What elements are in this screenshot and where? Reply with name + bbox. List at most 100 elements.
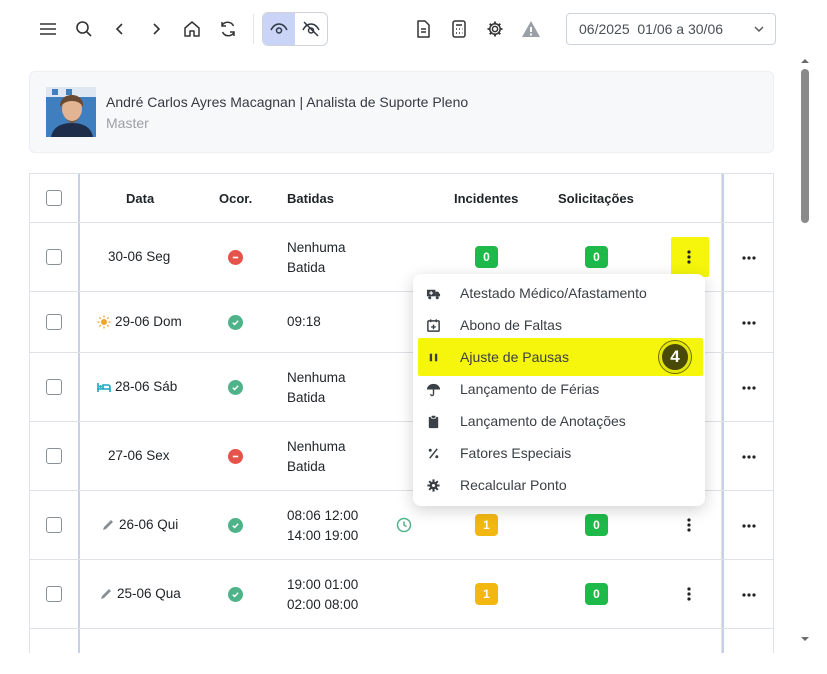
row-checkbox[interactable]	[46, 249, 62, 265]
avatar	[46, 87, 96, 137]
incidentes-badge[interactable]: 1	[475, 514, 498, 536]
row-actions-menu: Atestado Médico/Afastamento Abono de Fal…	[413, 274, 705, 506]
row-punches: 19:00 01:00 02:00 08:00	[287, 575, 358, 615]
chevron-right-icon[interactable]	[140, 13, 172, 45]
row-menu-kebab-icon[interactable]	[679, 515, 699, 535]
vertical-scrollbar[interactable]	[798, 55, 812, 649]
row-punches: Nenhuma Batida	[287, 437, 346, 477]
ambulance-icon	[425, 285, 441, 301]
row-menu-kebab-icon[interactable]	[679, 584, 699, 604]
gear-icon	[425, 477, 441, 493]
row-checkbox[interactable]	[46, 517, 62, 533]
row-punches: 09:18	[287, 312, 321, 332]
header-incidentes[interactable]: Incidentes	[454, 191, 518, 206]
row-more-icon[interactable]	[739, 589, 759, 601]
profile-name: André Carlos Ayres Macagnan | Analista d…	[106, 94, 469, 110]
row-date-text: 25-06 Qua	[117, 586, 181, 601]
punch-line-2: Batida	[287, 390, 326, 405]
incidentes-badge[interactable]: 0	[475, 246, 498, 268]
punch-line-1: Nenhuma	[287, 439, 346, 454]
menu-icon[interactable]	[32, 13, 64, 45]
menu-item-anotacoes[interactable]: Lançamento de Anotações	[413, 406, 705, 436]
scroll-thumb[interactable]	[801, 69, 809, 223]
document-icon[interactable]	[407, 13, 439, 45]
row-more-icon[interactable]	[739, 451, 759, 463]
menu-item-ajuste-pausas[interactable]: Ajuste de Pausas 4	[418, 338, 703, 376]
solicitacoes-badge[interactable]: 0	[585, 583, 608, 605]
eye-icon[interactable]	[263, 13, 295, 45]
menu-item-abono[interactable]: Abono de Faltas	[413, 310, 705, 340]
header-batidas[interactable]: Batidas	[287, 191, 334, 206]
header-solicitacoes[interactable]: Solicitações	[558, 191, 634, 206]
toolbar-divider	[253, 14, 254, 44]
punch-line-1: Nenhuma	[287, 370, 346, 385]
profile-role: Master	[106, 115, 149, 131]
menu-item-label: Ajuste de Pausas	[460, 349, 569, 365]
chevron-left-icon[interactable]	[104, 13, 136, 45]
scroll-down-arrow-icon[interactable]	[801, 635, 809, 643]
row-menu-kebab-icon[interactable]	[679, 247, 699, 267]
clipboard-icon	[425, 413, 441, 429]
table-row[interactable]: 25-06 Qua 19:00 01:00 02:00 08:00 1 0	[30, 560, 773, 629]
solicitacoes-badge[interactable]: 0	[585, 514, 608, 536]
row-checkbox[interactable]	[46, 586, 62, 602]
menu-item-label: Abono de Faltas	[460, 317, 562, 333]
row-more-icon[interactable]	[739, 382, 759, 394]
menu-item-recalcular[interactable]: Recalcular Ponto	[413, 470, 705, 500]
chevron-down-icon	[754, 26, 764, 32]
warning-icon[interactable]	[515, 13, 547, 45]
punch-line-2: Batida	[287, 260, 326, 275]
clock-icon[interactable]	[396, 517, 412, 533]
menu-item-label: Atestado Médico/Afastamento	[460, 285, 647, 301]
punch-line-1: 08:06 12:00	[287, 508, 359, 523]
punch-line-2: 14:00 19:00	[287, 528, 359, 543]
umbrella-icon	[425, 381, 441, 397]
punch-line-1: 09:18	[287, 314, 321, 329]
calculator-icon[interactable]	[443, 13, 475, 45]
row-checkbox[interactable]	[46, 314, 62, 330]
menu-item-atestado[interactable]: Atestado Médico/Afastamento	[413, 278, 705, 308]
gear-icon[interactable]	[479, 13, 511, 45]
table-row[interactable]	[30, 629, 773, 653]
step-number-badge: 4	[659, 341, 691, 373]
select-all-checkbox[interactable]	[46, 190, 62, 206]
home-icon[interactable]	[176, 13, 208, 45]
row-date-text: 28-06 Sáb	[115, 379, 178, 394]
row-checkbox[interactable]	[46, 379, 62, 395]
row-more-icon[interactable]	[739, 317, 759, 329]
pencil-icon	[101, 588, 111, 599]
period-select[interactable]: 06/2025 01/06 a 30/06	[566, 13, 776, 45]
row-date-text: 30-06 Seg	[108, 249, 171, 264]
status-ok-icon	[228, 587, 243, 602]
row-date: 27-06 Sex	[108, 448, 170, 463]
solicitacoes-badge[interactable]: 0	[585, 246, 608, 268]
sun-icon	[97, 315, 111, 328]
header-ocor[interactable]: Ocor.	[219, 191, 252, 206]
row-date-text: 27-06 Sex	[108, 448, 170, 463]
row-date: 30-06 Seg	[108, 249, 170, 264]
pause-icon	[425, 349, 441, 365]
menu-item-label: Lançamento de Férias	[460, 381, 600, 397]
refresh-icon[interactable]	[212, 13, 244, 45]
calendar-plus-icon	[425, 317, 441, 333]
period-value: 06/2025 01/06 a 30/06	[579, 21, 724, 37]
eye-off-icon[interactable]	[295, 13, 327, 45]
scroll-up-arrow-icon[interactable]	[801, 57, 809, 65]
status-ok-icon	[228, 315, 243, 330]
visibility-toggle-group	[262, 12, 328, 46]
row-date: 26-06 Qui	[101, 517, 178, 532]
row-more-icon[interactable]	[739, 520, 759, 532]
row-checkbox[interactable]	[46, 448, 62, 464]
profile-card: André Carlos Ayres Macagnan | Analista d…	[29, 71, 774, 153]
search-icon[interactable]	[68, 13, 100, 45]
row-more-icon[interactable]	[739, 252, 759, 264]
status-ok-icon	[228, 518, 243, 533]
incidentes-badge[interactable]: 1	[475, 583, 498, 605]
menu-item-ferias[interactable]: Lançamento de Férias	[413, 374, 705, 404]
percent-icon	[425, 445, 441, 461]
header-data[interactable]: Data	[126, 191, 154, 206]
menu-item-label: Lançamento de Anotações	[460, 413, 626, 429]
row-date: 29-06 Dom	[97, 314, 182, 329]
row-date-text: 26-06 Qui	[119, 517, 179, 532]
menu-item-fatores[interactable]: Fatores Especiais	[413, 438, 705, 468]
